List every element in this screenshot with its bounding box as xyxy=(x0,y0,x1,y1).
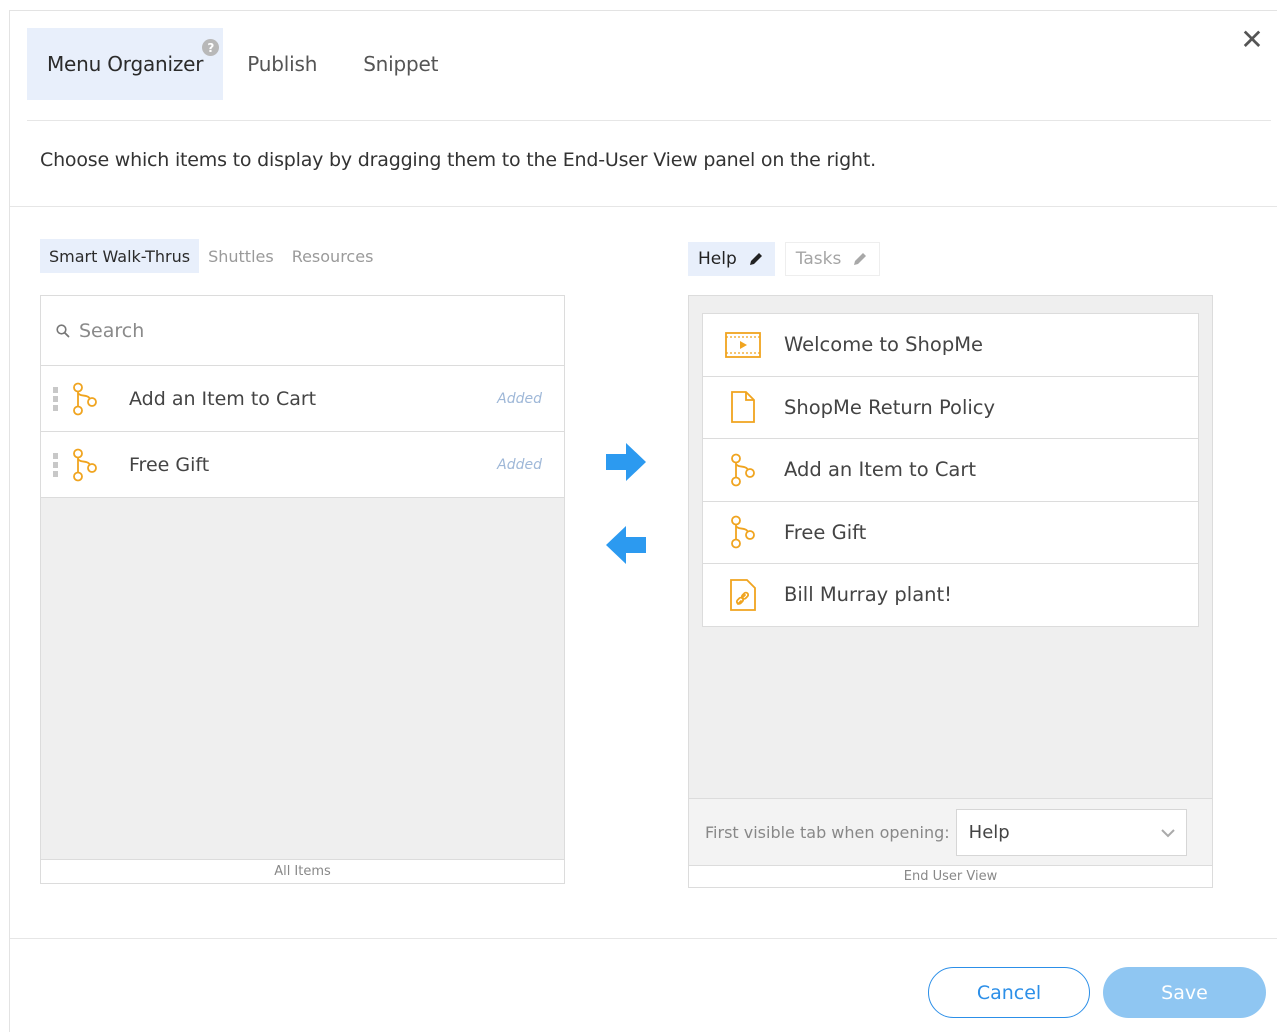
tab-snippet-label: Snippet xyxy=(363,52,439,76)
first-visible-tab-label: First visible tab when opening: xyxy=(705,823,950,842)
divider xyxy=(10,938,1277,939)
item-label: Bill Murray plant! xyxy=(784,583,952,607)
tab-publish[interactable]: Publish xyxy=(223,28,339,100)
list-item[interactable]: ShopMe Return Policy xyxy=(703,376,1198,439)
pencil-icon[interactable] xyxy=(851,250,869,268)
pencil-icon[interactable] xyxy=(747,250,765,268)
walkthru-icon xyxy=(731,515,755,549)
item-label: ShopMe Return Policy xyxy=(784,395,996,419)
first-visible-tab-row: First visible tab when opening: Help xyxy=(689,798,1212,866)
list-item[interactable]: Welcome to ShopMe xyxy=(703,314,1198,377)
item-label: Free Gift xyxy=(784,520,867,544)
cancel-button[interactable]: Cancel xyxy=(928,967,1090,1018)
tab-shuttles[interactable]: Shuttles xyxy=(199,239,283,273)
item-label: Welcome to ShopMe xyxy=(784,333,984,357)
search-input[interactable] xyxy=(77,318,517,343)
all-items-footer: All Items xyxy=(41,859,564,883)
first-visible-tab-value: Help xyxy=(968,822,1010,843)
list-item[interactable]: Bill Murray plant! xyxy=(703,564,1198,627)
end-user-view-footer: End User View xyxy=(689,865,1212,887)
tab-resources[interactable]: Resources xyxy=(283,239,383,273)
menu-organizer-dialog: Menu Organizer ? Publish Snippet ✕ Choos… xyxy=(9,10,1277,1032)
walkthru-icon xyxy=(73,382,97,415)
added-badge: Added xyxy=(497,456,542,473)
item-label: Add an Item to Cart xyxy=(784,458,977,482)
tab-help[interactable]: Help xyxy=(688,242,775,276)
walkthru-icon xyxy=(73,448,97,481)
chevron-down-icon xyxy=(1160,828,1175,837)
first-visible-tab-select[interactable]: Help xyxy=(955,809,1187,856)
tab-tasks[interactable]: Tasks xyxy=(784,242,881,276)
drag-handle-icon[interactable] xyxy=(53,452,59,477)
item-label: Free Gift xyxy=(129,453,210,476)
tab-menu-organizer-label: Menu Organizer xyxy=(47,52,204,76)
tab-menu-organizer[interactable]: Menu Organizer ? xyxy=(27,28,224,100)
end-user-list: Welcome to ShopMe ShopMe Return Policy A… xyxy=(702,313,1199,627)
all-items-panel: Add an Item to Cart Added Free Gift Adde… xyxy=(40,295,565,884)
divider xyxy=(27,120,1271,121)
video-icon xyxy=(725,331,761,358)
tab-publish-label: Publish xyxy=(247,52,318,76)
save-button[interactable]: Save xyxy=(1103,967,1266,1018)
search-icon xyxy=(56,323,70,337)
document-icon xyxy=(731,391,755,424)
tab-snippet[interactable]: Snippet xyxy=(339,28,460,100)
search-row xyxy=(41,296,564,366)
divider xyxy=(10,206,1277,207)
help-icon[interactable]: ? xyxy=(202,39,220,56)
close-icon[interactable]: ✕ xyxy=(1237,25,1267,55)
move-left-arrow-icon[interactable] xyxy=(604,525,648,565)
list-item[interactable]: Free Gift Added xyxy=(41,432,564,498)
link-icon xyxy=(730,578,756,611)
end-user-tabs: Help Tasks xyxy=(688,242,881,276)
tab-smart-walk-thrus[interactable]: Smart Walk-Thrus xyxy=(40,239,200,273)
list-item[interactable]: Free Gift xyxy=(703,501,1198,564)
move-right-arrow-icon[interactable] xyxy=(604,442,648,482)
end-user-view-panel: Welcome to ShopMe ShopMe Return Policy A… xyxy=(688,295,1213,888)
instructions-text: Choose which items to display by draggin… xyxy=(40,149,876,171)
tab-help-label: Help xyxy=(698,249,737,269)
walkthru-icon xyxy=(731,453,755,487)
item-label: Add an Item to Cart xyxy=(129,387,317,410)
library-tabs: Smart Walk-Thrus Shuttles Resources xyxy=(40,239,382,273)
added-badge: Added xyxy=(497,390,542,407)
tab-tasks-label: Tasks xyxy=(795,249,842,269)
drag-handle-icon[interactable] xyxy=(53,386,59,411)
top-tabs: Menu Organizer ? Publish Snippet xyxy=(27,28,460,100)
list-item[interactable]: Add an Item to Cart Added xyxy=(41,366,564,432)
list-item[interactable]: Add an Item to Cart xyxy=(703,439,1198,502)
